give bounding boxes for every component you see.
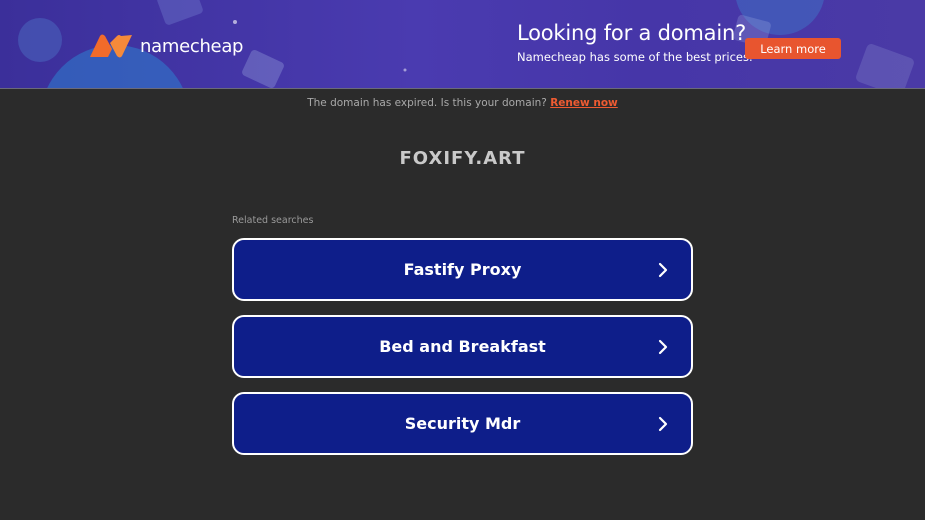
logo-text: namecheap bbox=[140, 35, 244, 57]
expired-notice: The domain has expired. Is this your dom… bbox=[0, 97, 925, 109]
related-search-fastify-proxy[interactable]: Fastify Proxy bbox=[232, 238, 693, 301]
related-search-label: Fastify Proxy bbox=[403, 260, 522, 279]
chevron-right-icon bbox=[658, 339, 668, 354]
related-searches-label: Related searches bbox=[232, 215, 314, 226]
renew-now-link[interactable]: Renew now bbox=[550, 97, 618, 109]
notice-text: The domain has expired. Is this your dom… bbox=[307, 97, 547, 109]
namecheap-logo-icon bbox=[90, 34, 132, 58]
related-search-bed-and-breakfast[interactable]: Bed and Breakfast bbox=[232, 315, 693, 378]
promo-title: Looking for a domain? bbox=[517, 21, 747, 45]
domain-title: FOXIFY.ART bbox=[399, 148, 526, 169]
related-search-label: Security Mdr bbox=[404, 414, 521, 433]
chevron-right-icon bbox=[658, 416, 668, 431]
promo-banner: namecheap Looking for a domain? Namechea… bbox=[0, 0, 925, 89]
chevron-right-icon bbox=[658, 262, 668, 277]
learn-more-button[interactable]: Learn more bbox=[745, 38, 841, 59]
namecheap-logo[interactable]: namecheap bbox=[88, 32, 243, 60]
promo-subtitle: Namecheap has some of the best prices. bbox=[517, 50, 753, 64]
related-search-security-mdr[interactable]: Security Mdr bbox=[232, 392, 693, 455]
related-search-label: Bed and Breakfast bbox=[379, 337, 546, 356]
